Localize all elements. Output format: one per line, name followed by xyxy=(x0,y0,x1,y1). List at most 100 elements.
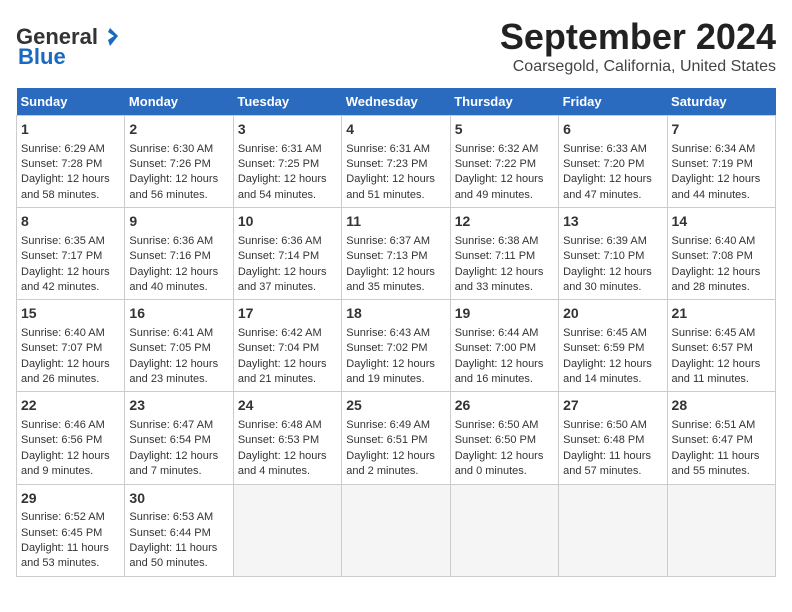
day-info-line: Sunrise: 6:36 AM xyxy=(129,234,228,249)
day-info-line: Sunset: 7:13 PM xyxy=(346,249,445,264)
day-info-line: and 53 minutes. xyxy=(21,556,120,571)
day-info-line: Sunset: 6:54 PM xyxy=(129,433,228,448)
day-info-line: Daylight: 12 hours xyxy=(238,449,337,464)
day-info-line: Daylight: 12 hours xyxy=(238,172,337,187)
calendar-table: SundayMondayTuesdayWednesdayThursdayFrid… xyxy=(16,88,776,577)
day-info-line: and 42 minutes. xyxy=(21,280,120,295)
day-info-line: and 4 minutes. xyxy=(238,464,337,479)
day-info-line: Sunrise: 6:29 AM xyxy=(21,142,120,157)
day-info-line: Sunrise: 6:47 AM xyxy=(129,418,228,433)
day-info-line: and 51 minutes. xyxy=(346,188,445,203)
day-info-line: and 7 minutes. xyxy=(129,464,228,479)
day-info-line: Daylight: 12 hours xyxy=(455,172,554,187)
day-info-line: Sunset: 7:04 PM xyxy=(238,341,337,356)
day-info-line: and 9 minutes. xyxy=(21,464,120,479)
day-info-line: Sunset: 6:59 PM xyxy=(563,341,662,356)
day-header-sunday: Sunday xyxy=(17,88,125,116)
day-info-line: Daylight: 12 hours xyxy=(672,172,771,187)
day-info-line: Daylight: 12 hours xyxy=(455,449,554,464)
day-number: 24 xyxy=(238,396,337,416)
day-info-line: Daylight: 12 hours xyxy=(455,357,554,372)
day-number: 9 xyxy=(129,212,228,232)
day-info-line: Sunset: 7:22 PM xyxy=(455,157,554,172)
day-info-line: and 55 minutes. xyxy=(672,464,771,479)
day-number: 1 xyxy=(21,120,120,140)
day-info-line: Sunrise: 6:40 AM xyxy=(21,326,120,341)
calendar-cell: 25Sunrise: 6:49 AMSunset: 6:51 PMDayligh… xyxy=(342,392,450,484)
day-info-line: and 16 minutes. xyxy=(455,372,554,387)
day-info-line: Sunrise: 6:36 AM xyxy=(238,234,337,249)
calendar-cell: 18Sunrise: 6:43 AMSunset: 7:02 PMDayligh… xyxy=(342,300,450,392)
day-info-line: Sunrise: 6:42 AM xyxy=(238,326,337,341)
day-info-line: Sunset: 7:11 PM xyxy=(455,249,554,264)
day-info-line: Sunset: 7:10 PM xyxy=(563,249,662,264)
week-row-1: 1Sunrise: 6:29 AMSunset: 7:28 PMDaylight… xyxy=(17,116,776,208)
day-number: 10 xyxy=(238,212,337,232)
day-info-line: Sunset: 7:17 PM xyxy=(21,249,120,264)
day-info-line: Sunset: 7:07 PM xyxy=(21,341,120,356)
day-info-line: Sunrise: 6:52 AM xyxy=(21,510,120,525)
day-number: 18 xyxy=(346,304,445,324)
calendar-cell: 15Sunrise: 6:40 AMSunset: 7:07 PMDayligh… xyxy=(17,300,125,392)
day-info-line: Sunset: 7:00 PM xyxy=(455,341,554,356)
day-info-line: Sunrise: 6:34 AM xyxy=(672,142,771,157)
day-info-line: Sunset: 7:16 PM xyxy=(129,249,228,264)
day-info-line: Sunset: 6:44 PM xyxy=(129,526,228,541)
day-info-line: Sunset: 7:19 PM xyxy=(672,157,771,172)
day-number: 3 xyxy=(238,120,337,140)
day-info-line: Daylight: 12 hours xyxy=(346,172,445,187)
day-info-line: and 0 minutes. xyxy=(455,464,554,479)
calendar-cell xyxy=(342,484,450,576)
day-info-line: Daylight: 11 hours xyxy=(21,541,120,556)
day-header-saturday: Saturday xyxy=(667,88,775,116)
day-info-line: Sunset: 6:56 PM xyxy=(21,433,120,448)
calendar-cell: 19Sunrise: 6:44 AMSunset: 7:00 PMDayligh… xyxy=(450,300,558,392)
day-number: 4 xyxy=(346,120,445,140)
day-info-line: Daylight: 12 hours xyxy=(238,265,337,280)
day-info-line: Sunset: 7:20 PM xyxy=(563,157,662,172)
day-info-line: Sunrise: 6:51 AM xyxy=(672,418,771,433)
logo-icon xyxy=(100,26,120,48)
day-info-line: Sunrise: 6:31 AM xyxy=(238,142,337,157)
day-number: 27 xyxy=(563,396,662,416)
calendar-cell: 23Sunrise: 6:47 AMSunset: 6:54 PMDayligh… xyxy=(125,392,233,484)
calendar-cell: 8Sunrise: 6:35 AMSunset: 7:17 PMDaylight… xyxy=(17,208,125,300)
calendar-cell: 10 Sunrise: 6:36 AMSunset: 7:14 PMDayligh… xyxy=(233,208,341,300)
day-info-line: Sunset: 7:14 PM xyxy=(238,249,337,264)
day-info-line: Sunrise: 6:37 AM xyxy=(346,234,445,249)
calendar-cell: 27Sunrise: 6:50 AMSunset: 6:48 PMDayligh… xyxy=(559,392,667,484)
calendar-cell xyxy=(559,484,667,576)
day-info-line: Daylight: 12 hours xyxy=(21,265,120,280)
day-info-line: Sunset: 7:08 PM xyxy=(672,249,771,264)
day-info-line: Daylight: 12 hours xyxy=(346,449,445,464)
day-info-line: Sunset: 6:48 PM xyxy=(563,433,662,448)
day-number: 30 xyxy=(129,489,228,509)
day-info-line: and 50 minutes. xyxy=(129,556,228,571)
day-number: 21 xyxy=(672,304,771,324)
day-number: 29 xyxy=(21,489,120,509)
calendar-cell: 13Sunrise: 6:39 AMSunset: 7:10 PMDayligh… xyxy=(559,208,667,300)
logo: General Blue xyxy=(16,16,120,70)
calendar-cell: 21Sunrise: 6:45 AMSunset: 6:57 PMDayligh… xyxy=(667,300,775,392)
calendar-cell: 17Sunrise: 6:42 AMSunset: 7:04 PMDayligh… xyxy=(233,300,341,392)
calendar-cell: 28Sunrise: 6:51 AMSunset: 6:47 PMDayligh… xyxy=(667,392,775,484)
day-info-line: Sunset: 6:53 PM xyxy=(238,433,337,448)
day-number: 11 xyxy=(346,212,445,232)
header-text: September 2024 Coarsegold, California, U… xyxy=(16,16,776,76)
day-info-line: Daylight: 12 hours xyxy=(563,172,662,187)
day-info-line: Sunset: 7:05 PM xyxy=(129,341,228,356)
day-info-line: and 23 minutes. xyxy=(129,372,228,387)
day-number: 5 xyxy=(455,120,554,140)
day-info-line: Daylight: 12 hours xyxy=(21,172,120,187)
day-info-line: Sunrise: 6:32 AM xyxy=(455,142,554,157)
day-number: 15 xyxy=(21,304,120,324)
day-info-line: and 56 minutes. xyxy=(129,188,228,203)
day-info-line: Sunset: 6:45 PM xyxy=(21,526,120,541)
day-info-line: Sunrise: 6:43 AM xyxy=(346,326,445,341)
week-row-2: 8Sunrise: 6:35 AMSunset: 7:17 PMDaylight… xyxy=(17,208,776,300)
day-number: 14 xyxy=(672,212,771,232)
calendar-cell: 30Sunrise: 6:53 AMSunset: 6:44 PMDayligh… xyxy=(125,484,233,576)
day-info-line: Sunset: 7:28 PM xyxy=(21,157,120,172)
day-number: 7 xyxy=(672,120,771,140)
day-info-line: Daylight: 12 hours xyxy=(129,265,228,280)
